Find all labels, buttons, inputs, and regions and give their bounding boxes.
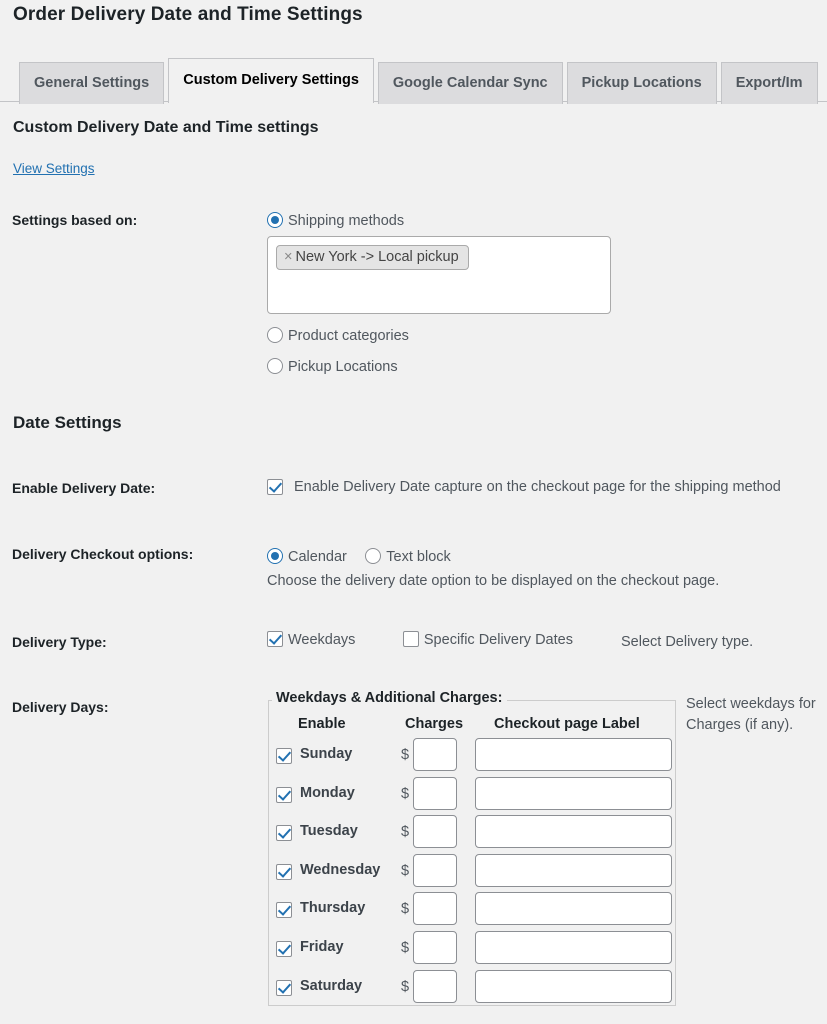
tab-pickup-locations[interactable]: Pickup Locations <box>567 62 717 104</box>
column-header-checkout-page-label: Checkout page Label <box>494 716 640 732</box>
weekday-name: Monday <box>300 785 355 801</box>
checkbox-specific-delivery-dates-label: Specific Delivery Dates <box>424 632 573 648</box>
currency-symbol: $ <box>401 863 409 879</box>
weekday-charge-input[interactable] <box>413 970 457 1003</box>
radio-text-block-label: Text block <box>386 549 450 565</box>
custom-settings-heading: Custom Delivery Date and Time settings <box>13 119 319 137</box>
radio-pickup-locations-label: Pickup Locations <box>288 359 398 375</box>
date-settings-heading: Date Settings <box>13 413 122 433</box>
delivery-checkout-options-label: Delivery Checkout options: <box>12 546 193 562</box>
currency-symbol: $ <box>401 940 409 956</box>
delivery-days-label: Delivery Days: <box>12 699 109 715</box>
weekday-name: Thursday <box>300 900 365 916</box>
checkbox-weekdays-label: Weekdays <box>288 632 355 648</box>
radio-calendar-input[interactable] <box>267 548 283 564</box>
weekday-checkout-label-input[interactable] <box>475 777 672 810</box>
currency-symbol: $ <box>401 901 409 917</box>
radio-shipping-methods[interactable]: Shipping methods <box>267 212 404 230</box>
delivery-days-help: Select weekdays for Charges (if any). <box>686 694 827 736</box>
weekday-enable-checkbox[interactable] <box>276 941 292 957</box>
radio-product-categories-input[interactable] <box>267 327 283 343</box>
radio-shipping-methods-input[interactable] <box>267 212 283 228</box>
weekday-enable-checkbox[interactable] <box>276 864 292 880</box>
shipping-method-chip[interactable]: ×New York -> Local pickup <box>276 245 469 270</box>
tab-custom-delivery-settings[interactable]: Custom Delivery Settings <box>168 58 374 103</box>
radio-pickup-locations[interactable]: Pickup Locations <box>267 358 398 376</box>
weekday-charge-input[interactable] <box>413 931 457 964</box>
chip-label: New York -> Local pickup <box>295 249 458 265</box>
checkbox-weekdays[interactable]: Weekdays <box>267 631 355 648</box>
weekday-charge-input[interactable] <box>413 815 457 848</box>
checkbox-weekdays-input[interactable] <box>267 631 283 647</box>
radio-product-categories-label: Product categories <box>288 328 409 344</box>
radio-calendar-label: Calendar <box>288 549 347 565</box>
delivery-type-help: Select Delivery type. <box>621 634 753 650</box>
enable-delivery-date-description: Enable Delivery Date capture on the chec… <box>294 479 827 495</box>
tab-general-settings[interactable]: General Settings <box>19 62 164 104</box>
weekday-charge-input[interactable] <box>413 854 457 887</box>
view-settings-link[interactable]: View Settings <box>13 161 95 176</box>
currency-symbol: $ <box>401 979 409 995</box>
radio-text-block-input[interactable] <box>365 548 381 564</box>
weekday-charge-input[interactable] <box>413 738 457 771</box>
tab-google-calendar-sync[interactable]: Google Calendar Sync <box>378 62 563 104</box>
weekday-name: Sunday <box>300 746 352 762</box>
weekday-name: Friday <box>300 939 344 955</box>
settings-based-on-label: Settings based on: <box>12 212 137 228</box>
radio-product-categories[interactable]: Product categories <box>267 327 409 345</box>
weekday-checkout-label-input[interactable] <box>475 738 672 771</box>
weekday-charge-input[interactable] <box>413 777 457 810</box>
chip-remove-icon[interactable]: × <box>284 249 292 265</box>
radio-shipping-methods-label: Shipping methods <box>288 213 404 229</box>
enable-delivery-date-checkbox-input[interactable] <box>267 479 283 495</box>
enable-delivery-date-checkbox[interactable] <box>267 479 283 497</box>
weekday-checkout-label-input[interactable] <box>475 854 672 887</box>
weekday-name: Wednesday <box>300 862 380 878</box>
weekday-checkout-label-input[interactable] <box>475 970 672 1003</box>
weekday-name: Saturday <box>300 978 362 994</box>
delivery-checkout-options-help: Choose the delivery date option to be di… <box>267 573 719 589</box>
weekday-enable-checkbox[interactable] <box>276 787 292 803</box>
settings-tab-bar: General SettingsCustom Delivery Settings… <box>0 57 827 102</box>
checkbox-specific-delivery-dates-input[interactable] <box>403 631 419 647</box>
weekday-enable-checkbox[interactable] <box>276 902 292 918</box>
column-header-enable: Enable <box>298 716 346 732</box>
weekday-enable-checkbox[interactable] <box>276 980 292 996</box>
currency-symbol: $ <box>401 747 409 763</box>
delivery-checkout-options-group: Calendar Text block <box>267 548 451 566</box>
radio-calendar[interactable]: Calendar <box>267 548 347 565</box>
enable-delivery-date-label: Enable Delivery Date: <box>12 480 155 496</box>
settings-page: Order Delivery Date and Time Settings Ge… <box>0 0 827 1024</box>
weekday-charge-input[interactable] <box>413 892 457 925</box>
weekday-checkout-label-input[interactable] <box>475 815 672 848</box>
column-header-charges: Charges <box>405 716 463 732</box>
tab-export-im[interactable]: Export/Im <box>721 62 818 104</box>
radio-text-block[interactable]: Text block <box>365 548 450 565</box>
weekday-checkout-label-input[interactable] <box>475 892 672 925</box>
radio-pickup-locations-input[interactable] <box>267 358 283 374</box>
currency-symbol: $ <box>401 786 409 802</box>
delivery-type-label: Delivery Type: <box>12 634 107 650</box>
currency-symbol: $ <box>401 824 409 840</box>
weekdays-charges-legend: Weekdays & Additional Charges: <box>272 690 507 706</box>
weekday-checkout-label-input[interactable] <box>475 931 672 964</box>
weekday-name: Tuesday <box>300 823 358 839</box>
delivery-type-group: Weekdays Specific Delivery Dates <box>267 631 573 649</box>
weekday-enable-checkbox[interactable] <box>276 748 292 764</box>
page-title: Order Delivery Date and Time Settings <box>13 4 363 26</box>
checkbox-specific-delivery-dates[interactable]: Specific Delivery Dates <box>403 631 573 648</box>
shipping-methods-multiselect[interactable]: ×New York -> Local pickup <box>267 236 611 314</box>
weekday-enable-checkbox[interactable] <box>276 825 292 841</box>
